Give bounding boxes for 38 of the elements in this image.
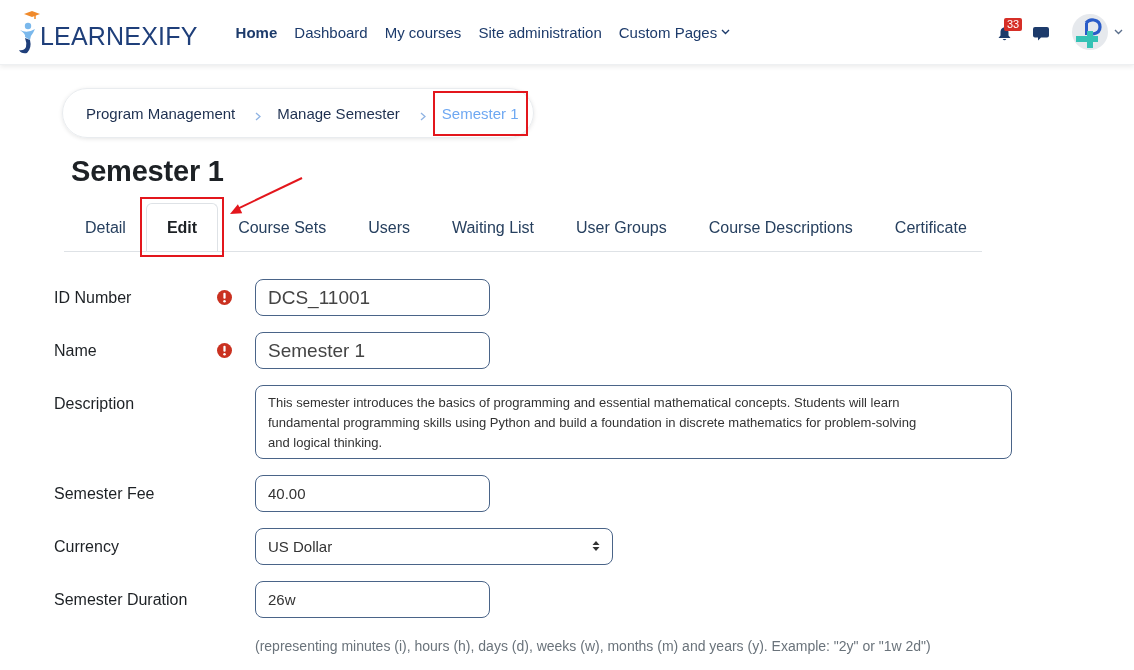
breadcrumb-link[interactable]: Program Management (86, 104, 236, 122)
textarea-field[interactable]: This semester introduces the basics of programming and essential mathematical concepts. Students will learn fundamental programming skills using Python and build a foundation in discrete mathematics for problem-solving and logical thinking. (255, 385, 1012, 459)
field-label: Semester Duration (54, 591, 188, 608)
select-field[interactable]: US Dollar (255, 528, 613, 565)
nav-link[interactable]: Home (235, 23, 278, 41)
notification-badge: 33 (1004, 18, 1023, 31)
logo-text[interactable]: LEARNEXIFY (40, 22, 198, 50)
avatar-icon[interactable] (1072, 14, 1108, 50)
nav-link[interactable]: My courses (384, 23, 462, 41)
tab[interactable]: Users (354, 203, 424, 251)
chevron-icon (255, 111, 262, 121)
tab[interactable]: Waiting List (437, 203, 549, 251)
input-field[interactable]: 26w (255, 581, 490, 618)
field-label: Description (54, 395, 135, 412)
sort-arrows-icon (592, 540, 600, 552)
input-field[interactable]: Semester 1 (255, 332, 490, 369)
tab[interactable]: Course Sets (224, 203, 341, 251)
tab[interactable]: Detail (71, 203, 140, 251)
chat-icon[interactable] (1033, 27, 1049, 41)
logo-figure-icon (18, 10, 42, 54)
input-field[interactable]: 40.00 (255, 475, 490, 512)
tab[interactable]: Edit (145, 203, 219, 251)
nav-link[interactable]: Custom Pages (618, 23, 731, 41)
field-label: Semester Fee (54, 485, 155, 502)
breadcrumb-link[interactable]: Manage Semester (277, 104, 400, 122)
page-title: Semester 1 (71, 154, 224, 189)
tab[interactable]: Certificate (880, 203, 981, 251)
nav-link[interactable]: Dashboard (294, 23, 368, 41)
chevron-icon (419, 111, 426, 121)
tab[interactable]: Course Descriptions (694, 203, 867, 251)
help-text: (representing minutes (i), hours (h), days (d), weeks (w), months (m) and years (y). Example: "2y" or "1w 2d") (255, 638, 931, 655)
field-label: Currency (54, 538, 119, 555)
nav-link[interactable]: Site administration (478, 23, 602, 41)
field-label: Name (54, 342, 97, 359)
tab[interactable]: User Groups (562, 203, 681, 251)
input-field[interactable]: DCS_11001 (255, 279, 490, 316)
caret-icon[interactable] (1114, 29, 1123, 35)
field-label: ID Number (54, 289, 132, 306)
